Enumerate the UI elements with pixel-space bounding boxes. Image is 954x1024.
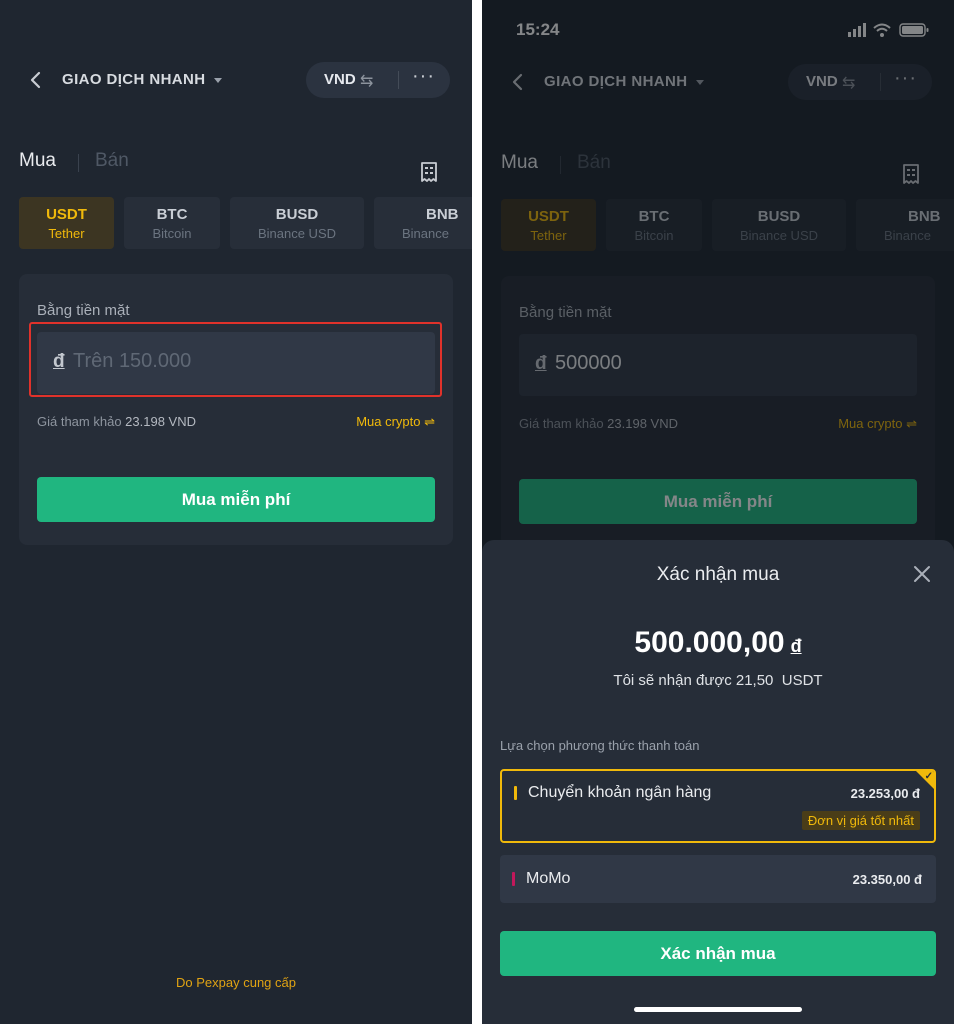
purchase-amount-currency: đ bbox=[790, 636, 802, 656]
confirm-purchase-sheet: Xác nhận mua 500.000,00 đ Tôi sẽ nhận đượ… bbox=[482, 540, 954, 1024]
payment-method-momo[interactable]: MoMo 23.350,00 đ bbox=[500, 855, 936, 903]
mode-toggle-link[interactable]: Mua crypto ⇌ bbox=[356, 414, 435, 430]
coin-symbol: BNB bbox=[426, 206, 459, 223]
amount-label: Bằng tiền mặt bbox=[37, 302, 130, 319]
quick-trade-screen: GIAO DỊCH NHANH VND ⇆ ··· Mua Bán USDT T… bbox=[0, 0, 472, 1024]
coin-chip-busd[interactable]: BUSD Binance USD bbox=[230, 197, 364, 249]
check-icon: ✓ bbox=[924, 771, 933, 782]
coin-symbol: USDT bbox=[46, 206, 87, 223]
coin-symbol: BTC bbox=[156, 206, 188, 223]
reference-price: Giá tham khảo 23.198 VND bbox=[37, 414, 196, 429]
best-price-badge: Đơn vị giá tốt nhất bbox=[801, 811, 920, 830]
home-indicator bbox=[634, 1007, 802, 1012]
buy-form-card: Bằng tiền mặt đ Trên 150.000 Giá tham kh… bbox=[19, 274, 453, 545]
payment-methods-label: Lựa chọn phương thức thanh toán bbox=[500, 738, 700, 753]
tab-sell[interactable]: Bán bbox=[95, 150, 129, 172]
reference-price-value: 23.198 VND bbox=[125, 414, 196, 429]
coin-symbol: BUSD bbox=[275, 206, 319, 223]
payment-method-bank-transfer[interactable]: Chuyển khoản ngân hàng 23.253,00 đ Đơn v… bbox=[500, 769, 936, 843]
method-accent-bar bbox=[514, 786, 517, 800]
back-arrow-icon[interactable] bbox=[24, 68, 48, 92]
coin-name: Binance bbox=[402, 226, 449, 241]
method-accent-bar bbox=[512, 872, 515, 886]
method-name: Chuyển khoản ngân hàng bbox=[528, 784, 712, 801]
receive-text: Tôi sẽ nhận được 21,50 USDT bbox=[613, 672, 823, 689]
divider bbox=[398, 71, 399, 89]
coin-chip-bnb[interactable]: BNB Binance bbox=[374, 197, 472, 249]
coin-chip-btc[interactable]: BTC Bitcoin bbox=[124, 197, 220, 249]
tab-divider bbox=[78, 154, 79, 172]
coin-name: Tether bbox=[48, 226, 85, 241]
coin-name: Binance USD bbox=[257, 226, 337, 241]
purchase-amount-value: 500.000,00 bbox=[634, 626, 785, 659]
provider-text: Do Pexpay cung cấp bbox=[176, 975, 296, 990]
sheet-title: Xác nhận mua bbox=[656, 564, 780, 585]
method-price: 23.350,00 đ bbox=[852, 872, 922, 887]
tab-buy[interactable]: Mua bbox=[19, 150, 56, 172]
chevron-down-icon[interactable] bbox=[214, 78, 222, 83]
currency-label: VND bbox=[324, 71, 356, 88]
order-history-icon[interactable] bbox=[420, 162, 438, 182]
highlight-box bbox=[29, 322, 442, 397]
page-title[interactable]: GIAO DỊCH NHANH bbox=[62, 71, 206, 88]
reference-price-label: Giá tham khảo bbox=[37, 414, 122, 429]
more-icon[interactable]: ··· bbox=[412, 65, 435, 88]
swap-icon: ⇆ bbox=[360, 73, 374, 90]
confirm-purchase-button[interactable]: Xác nhận mua bbox=[500, 931, 936, 976]
buy-button[interactable]: Mua miễn phí bbox=[37, 477, 435, 522]
currency-selector[interactable]: VND ⇆ ··· bbox=[306, 62, 450, 98]
close-icon[interactable] bbox=[912, 564, 932, 584]
method-name: MoMo bbox=[526, 870, 571, 887]
coin-chip-usdt[interactable]: USDT Tether bbox=[19, 197, 114, 249]
coin-name: Bitcoin bbox=[152, 226, 192, 241]
purchase-amount: 500.000,00 đ bbox=[482, 626, 954, 660]
top-bar: GIAO DỊCH NHANH VND ⇆ ··· bbox=[0, 58, 472, 102]
method-price: 23.253,00 đ bbox=[850, 786, 920, 801]
confirm-purchase-screen: 15:24 GIAO DỊCH NHANH VND ⇆ ··· Mua Bán … bbox=[482, 0, 954, 1024]
